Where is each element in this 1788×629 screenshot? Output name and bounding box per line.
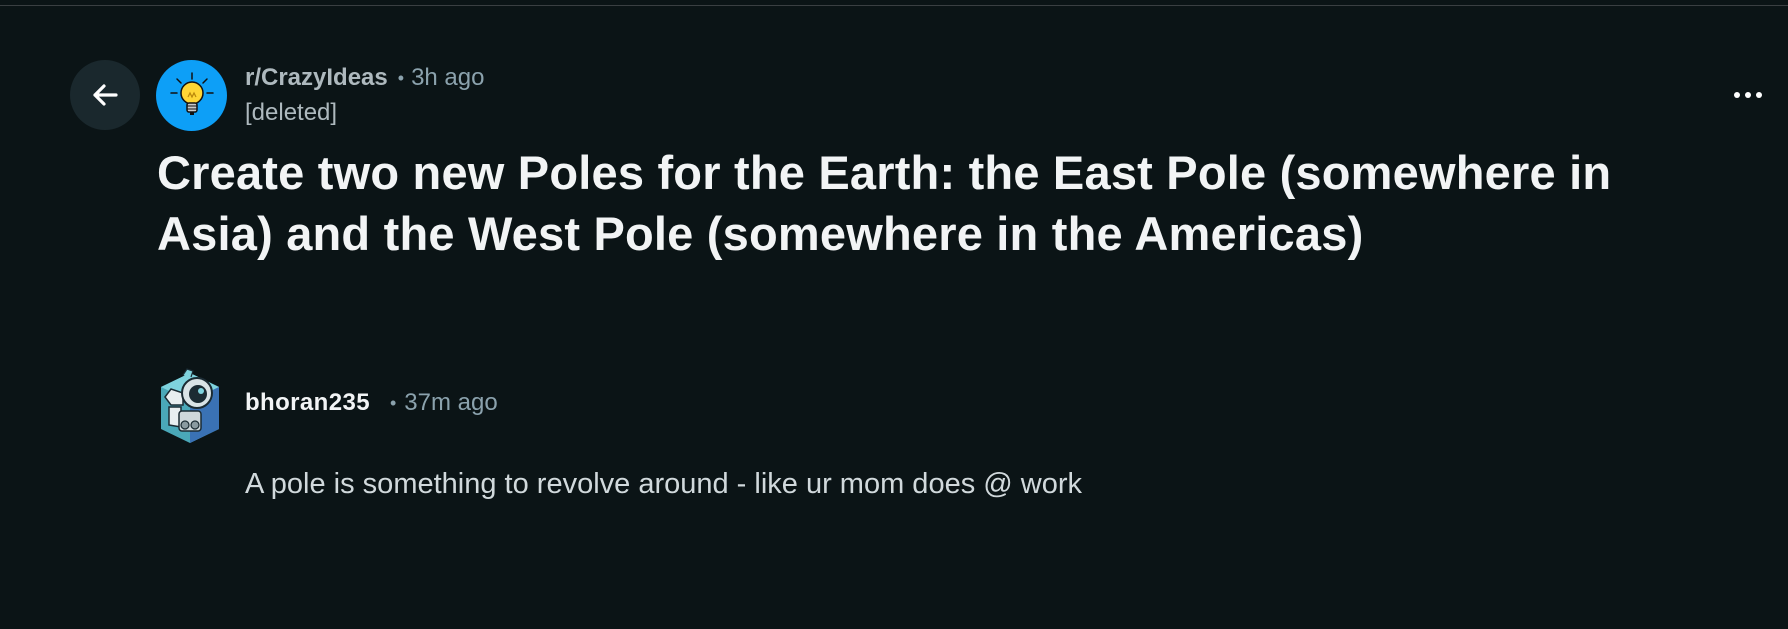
arrow-left-icon <box>93 84 118 106</box>
comment-body: A pole is something to revolve around - … <box>245 468 1082 500</box>
post-title: Create two new Poles for the Earth: the … <box>157 146 1612 260</box>
lightbulb-icon <box>169 71 214 115</box>
more-horizontal-icon <box>1734 92 1762 98</box>
subreddit-avatar[interactable] <box>156 60 227 131</box>
post-meta: r/CrazyIdeas • 3h ago <box>245 61 484 95</box>
comment-separator: • <box>389 392 397 413</box>
meta-separator: • <box>397 68 405 88</box>
comment: bhoran235 • 37m ago A pole is something … <box>157 362 1717 522</box>
post-detail-page: r/CrazyIdeas • 3h ago [deleted] Create t… <box>0 0 1788 629</box>
post-time: 3h ago <box>411 64 485 91</box>
comment-author[interactable]: bhoran235 <box>245 389 370 417</box>
top-divider <box>0 0 1788 6</box>
back-button[interactable] <box>70 60 140 130</box>
comment-meta: bhoran235 • 37m ago <box>245 386 498 420</box>
post-author: [deleted] <box>245 99 338 126</box>
subreddit-link[interactable]: r/CrazyIdeas <box>245 61 388 95</box>
comment-time: 37m ago <box>404 389 498 416</box>
robot-avatar-icon <box>161 368 219 443</box>
more-options-button[interactable] <box>1724 76 1772 114</box>
comment-avatar[interactable] <box>157 367 223 447</box>
